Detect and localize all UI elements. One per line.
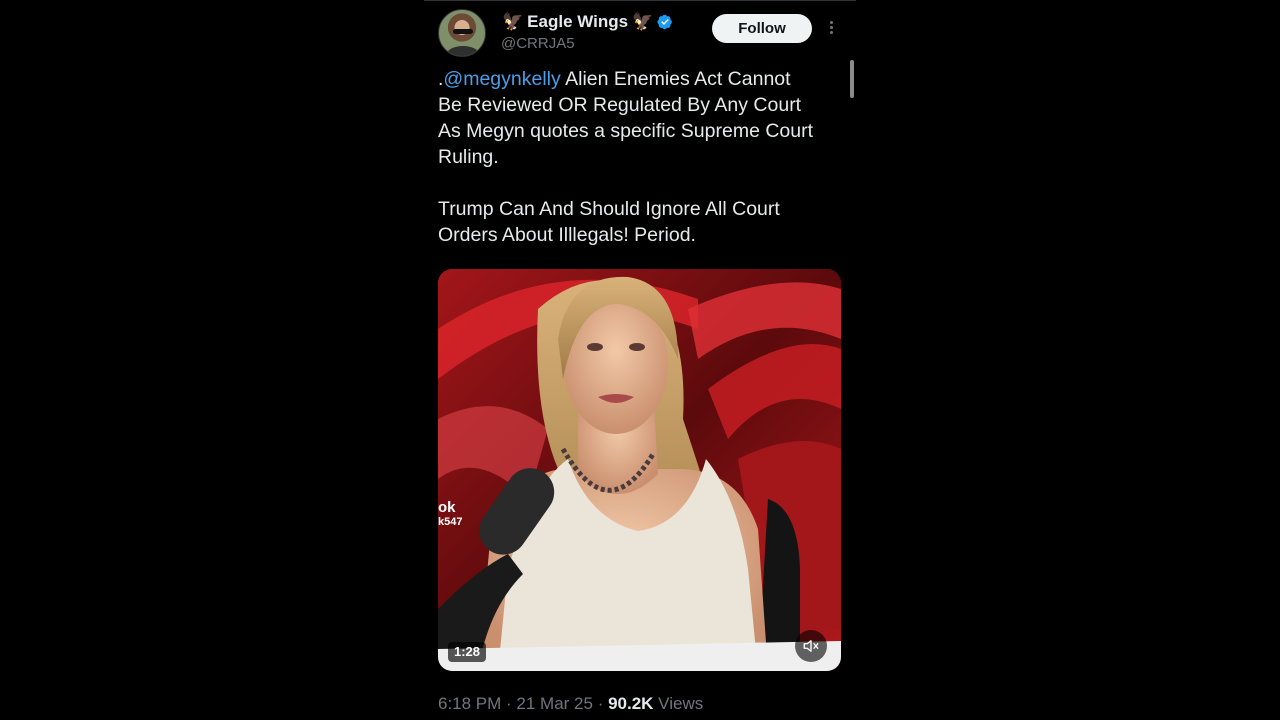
tweet-text: .@megynkelly Alien Enemies Act Cannot Be…: [438, 66, 838, 248]
mention-link[interactable]: @megynkelly: [443, 68, 560, 90]
verified-badge-icon: [657, 14, 673, 30]
scrollbar-thumb[interactable]: [850, 60, 854, 98]
avatar-glasses: [453, 29, 473, 34]
post-time[interactable]: 6:18 PM: [438, 694, 501, 713]
author-name: Eagle Wings: [527, 12, 629, 31]
video-duration-badge: 1:28: [448, 642, 487, 662]
avatar-shirt: [447, 46, 479, 56]
eagle-emoji-right: 🦅: [632, 12, 654, 31]
post-date[interactable]: 21 Mar 25: [516, 694, 593, 713]
mute-toggle-button[interactable]: [795, 630, 827, 662]
eagle-emoji-left: 🦅: [502, 12, 524, 31]
speaker-muted-icon: [803, 640, 819, 652]
author-display-name[interactable]: 🦅 Eagle Wings 🦅: [502, 12, 673, 32]
video-frame-illustration: [438, 269, 841, 671]
meta-separator-2: ·: [592, 694, 609, 713]
video-overlay-text-1: ok: [438, 499, 456, 516]
video-overlay-text-2: k547: [438, 516, 463, 528]
follow-button[interactable]: Follow: [712, 14, 812, 43]
avatar[interactable]: [438, 9, 486, 57]
screen: 🦅 Eagle Wings 🦅 @CRRJA5 Follow .@megynke…: [0, 0, 1280, 720]
views-label: Views: [653, 694, 704, 713]
views-count: 90.2K: [608, 694, 654, 713]
author-handle[interactable]: @CRRJA5: [501, 35, 575, 52]
meta-separator: ·: [501, 694, 517, 713]
video-player[interactable]: [438, 269, 841, 671]
more-options-icon[interactable]: [823, 19, 839, 37]
tweet-body: Alien Enemies Act Cannot Be Reviewed OR …: [438, 68, 814, 246]
tweet-meta: 6:18 PM · 21 Mar 25 · 90.2K Views: [438, 694, 703, 714]
